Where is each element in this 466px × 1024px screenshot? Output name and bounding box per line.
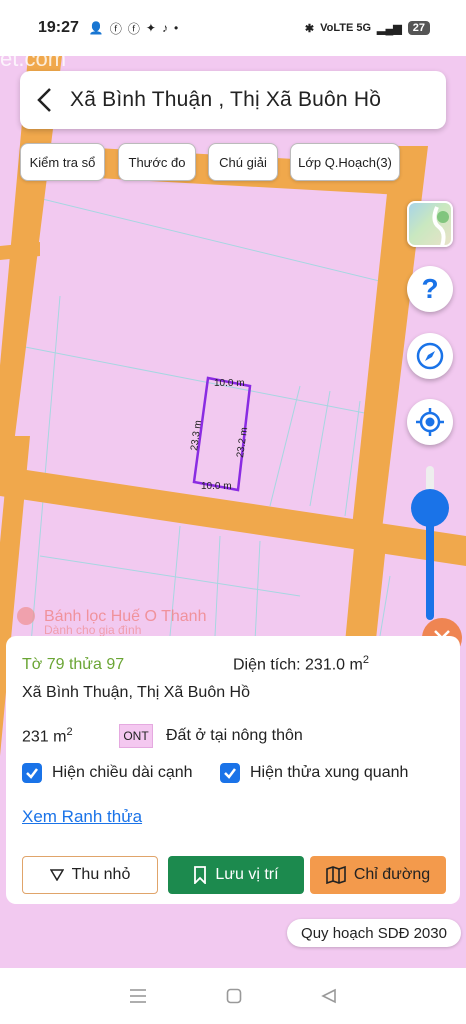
basemap-layer-button[interactable] bbox=[407, 201, 453, 247]
more-dot-icon: • bbox=[173, 21, 179, 35]
planning-layer-badge[interactable]: Quy hoạch SDĐ 2030 bbox=[287, 919, 461, 947]
bluetooth-icon: ✱ bbox=[304, 22, 315, 35]
app-icon: ✦ bbox=[145, 21, 156, 35]
user-icon: 👤 bbox=[88, 21, 104, 35]
area-label: Diện tích: 231.0 m2 bbox=[233, 654, 369, 674]
area-short-sup: 2 bbox=[66, 726, 73, 738]
area-unit-sup: 2 bbox=[362, 654, 369, 666]
shop-sub: Dành cho gia đình bbox=[44, 623, 141, 637]
back-button[interactable] bbox=[20, 71, 70, 129]
help-button[interactable]: ? bbox=[407, 266, 453, 312]
bookmark-icon bbox=[194, 866, 207, 884]
system-nav-bar bbox=[0, 968, 466, 1024]
collapse-label: Thu nhỏ bbox=[71, 866, 131, 883]
compass-icon bbox=[416, 342, 444, 370]
location-title: Xã Bình Thuận , Thị Xã Buôn Hồ bbox=[70, 88, 382, 111]
battery-icon: 27 bbox=[407, 21, 430, 35]
area-short-value: 231 m bbox=[22, 728, 67, 746]
my-location-button[interactable] bbox=[407, 399, 453, 445]
dim-top: 10.0 m bbox=[214, 378, 245, 389]
show-edges-label: Hiện chiều dài cạnh bbox=[52, 764, 193, 781]
directions-label: Chỉ đường bbox=[353, 866, 431, 883]
land-code-badge: ONT bbox=[119, 724, 153, 748]
status-right: ✱ VoLTE 5G ▂▄▆ 27 bbox=[305, 21, 430, 35]
check-book-chip[interactable]: Kiểm tra sổ bbox=[20, 143, 105, 181]
status-time: 19:27 bbox=[38, 19, 79, 36]
check-icon bbox=[224, 768, 236, 779]
recent-apps-icon[interactable] bbox=[129, 988, 147, 1004]
show-neighbors-checkbox[interactable] bbox=[220, 763, 240, 783]
save-location-button[interactable]: Lưu vị trí bbox=[168, 856, 304, 894]
directions-button[interactable]: Chỉ đường bbox=[310, 856, 446, 894]
back-nav-icon[interactable] bbox=[320, 988, 337, 1004]
search-header: Xã Bình Thuận , Thị Xã Buôn Hồ bbox=[20, 71, 446, 129]
question-icon: ? bbox=[421, 273, 439, 304]
parcel-info-panel: Tờ 79 thửa 97 Diện tích: 231.0 m2 Xã Bìn… bbox=[6, 636, 460, 904]
compass-button[interactable] bbox=[407, 333, 453, 379]
parcel-id: Tờ 79 thửa 97 bbox=[22, 656, 125, 673]
home-icon[interactable] bbox=[226, 988, 242, 1004]
save-location-label: Lưu vị trí bbox=[215, 866, 279, 883]
facebook-icon-2: ⓕ bbox=[127, 21, 140, 36]
show-neighbors-checkbox-row[interactable]: Hiện thửa xung quanh bbox=[220, 763, 408, 783]
legend-chip[interactable]: Chú giải bbox=[208, 143, 278, 181]
check-icon bbox=[26, 768, 38, 779]
back-arrow-icon bbox=[37, 88, 51, 112]
shop-pin-icon bbox=[17, 607, 35, 625]
notification-icons: 👤 ⓕ ⓕ ✦ ♪ • bbox=[89, 20, 178, 37]
area-short: 231 m2 bbox=[22, 726, 73, 746]
dim-bottom: 10.0 m bbox=[201, 481, 232, 492]
status-bar: 19:27 👤 ⓕ ⓕ ✦ ♪ • ✱ VoLTE 5G ▂▄▆ 27 bbox=[0, 0, 466, 56]
land-type: Đất ở tại nông thôn bbox=[166, 727, 303, 744]
locate-icon bbox=[416, 408, 444, 436]
map-watermark: et.com bbox=[0, 56, 66, 71]
area-text: Diện tích: 231.0 m bbox=[233, 656, 363, 674]
collapse-button[interactable]: Thu nhỏ bbox=[22, 856, 158, 894]
signal-icon: ▂▄▆ bbox=[377, 22, 402, 35]
map-icon bbox=[326, 866, 346, 884]
dim-left: 23.3 m bbox=[189, 420, 204, 452]
tiktok-icon: ♪ bbox=[161, 21, 168, 35]
opacity-slider-thumb[interactable] bbox=[411, 489, 449, 527]
dim-right: 23.2 m bbox=[235, 427, 250, 459]
facebook-icon: ⓕ bbox=[109, 21, 122, 36]
triangle-down-icon bbox=[49, 869, 64, 881]
measure-chip[interactable]: Thước đo bbox=[118, 143, 196, 181]
show-edges-checkbox[interactable] bbox=[22, 763, 42, 783]
show-neighbors-label: Hiện thửa xung quanh bbox=[250, 764, 409, 781]
show-edges-checkbox-row[interactable]: Hiện chiều dài cạnh bbox=[22, 763, 193, 783]
layers-chip[interactable]: Lớp Q.Hoạch(3) bbox=[290, 143, 400, 181]
network-label: VoLTE 5G bbox=[320, 22, 372, 34]
view-boundary-link[interactable]: Xem Ranh thửa bbox=[22, 807, 142, 827]
parcel-address: Xã Bình Thuận, Thị Xã Buôn Hồ bbox=[22, 684, 251, 701]
map-layer-icon bbox=[432, 206, 449, 245]
